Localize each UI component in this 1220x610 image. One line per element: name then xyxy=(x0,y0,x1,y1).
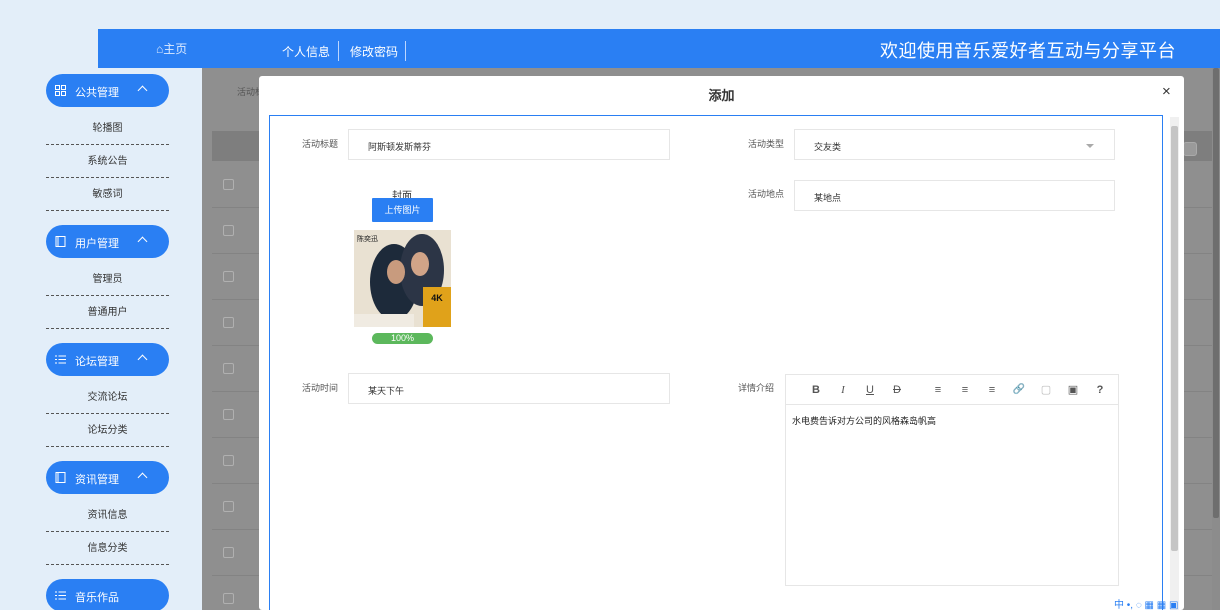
align-right-button[interactable]: ≡ xyxy=(984,382,1000,398)
page-scrollbar[interactable] xyxy=(1212,68,1220,610)
cover-image-thumbnail[interactable]: 陈奕迅 4K xyxy=(354,230,451,327)
row-checkbox xyxy=(223,179,234,190)
activity-form: 活动标题 阿斯顿发斯蒂芬 活动类型 交友类 封面 上传图片 陈奕迅 4K 100… xyxy=(269,115,1163,610)
type-select-value: 交友类 xyxy=(814,142,842,152)
close-icon[interactable]: × xyxy=(1162,83,1171,100)
site-title: 欢迎使用音乐爱好者互动与分享平台 xyxy=(880,41,1176,61)
chevron-up-icon xyxy=(137,472,148,483)
sidebar-group-forum[interactable]: 论坛管理 xyxy=(46,343,169,376)
sidebar-item-sensitive-words[interactable]: 敏感词 xyxy=(46,178,169,211)
type-label: 活动类型 xyxy=(748,139,785,149)
top-header-bar: ⌂主页 个人信息 修改密码 欢迎使用音乐爱好者互动与分享平台 xyxy=(98,29,1220,68)
nav-change-password[interactable]: 修改密码 xyxy=(350,43,398,60)
nav-personal-info[interactable]: 个人信息 xyxy=(282,43,330,60)
sidebar-group-news[interactable]: 资讯管理 xyxy=(46,461,169,494)
row-checkbox xyxy=(223,547,234,558)
row-checkbox xyxy=(223,455,234,466)
book-icon xyxy=(55,236,66,247)
nav-divider xyxy=(405,41,406,61)
book-icon xyxy=(55,472,66,483)
link-icon[interactable]: 🔗 xyxy=(1011,382,1027,398)
sidebar-group-public[interactable]: 公共管理 xyxy=(46,74,169,107)
print-icon xyxy=(1183,142,1197,156)
location-label: 活动地点 xyxy=(748,189,785,199)
strikethrough-button[interactable]: D xyxy=(889,382,905,398)
cover-image-text: 陈奕迅 xyxy=(357,236,378,243)
image-icon[interactable]: ▣ xyxy=(1065,382,1081,398)
sidebar-item-normal-users[interactable]: 普通用户 xyxy=(46,296,169,329)
sidebar-group-music[interactable]: 音乐作品 xyxy=(46,579,169,610)
list-icon xyxy=(55,591,66,600)
time-label: 活动时间 xyxy=(302,383,339,393)
chevron-up-icon xyxy=(137,85,148,96)
row-checkbox xyxy=(223,317,234,328)
sidebar-group-label: 论坛管理 xyxy=(75,356,119,368)
title-input[interactable]: 阿斯顿发斯蒂芬 xyxy=(348,129,670,160)
dialog-title: 添加 xyxy=(708,88,735,103)
home-link[interactable]: ⌂主页 xyxy=(156,40,187,57)
sidebar-item-admins[interactable]: 管理员 xyxy=(46,263,169,296)
bold-button[interactable]: B xyxy=(808,382,824,398)
detail-rich-editor[interactable]: B I U D ≡ ≡ ≡ 🔗 ▢ ▣ ? 水电费告诉对方公司的风格森岛帆高 xyxy=(785,374,1119,586)
row-checkbox xyxy=(223,225,234,236)
align-center-button[interactable]: ≡ xyxy=(957,382,973,398)
sidebar-item-announcement[interactable]: 系统公告 xyxy=(46,145,169,178)
cover-badge: 4K xyxy=(423,287,451,327)
sidebar-group-users[interactable]: 用户管理 xyxy=(46,225,169,258)
sidebar-group-label: 音乐作品 xyxy=(75,592,119,604)
row-checkbox xyxy=(223,363,234,374)
unlink-icon[interactable]: ▢ xyxy=(1038,382,1054,398)
sidebar-item-news[interactable]: 资讯信息 xyxy=(46,499,169,532)
page-scrollbar-thumb[interactable] xyxy=(1213,68,1219,518)
ime-indicator[interactable]: 中 •, ◌ ▦ ▦ ▣ xyxy=(1114,596,1220,610)
dialog-scrollbar-thumb[interactable] xyxy=(1171,126,1178,551)
help-icon[interactable]: ? xyxy=(1092,382,1108,398)
location-input[interactable]: 某地点 xyxy=(794,180,1115,211)
italic-button[interactable]: I xyxy=(835,382,851,398)
chevron-up-icon xyxy=(137,236,148,247)
sidebar-group-label: 公共管理 xyxy=(75,87,119,99)
chevron-up-icon xyxy=(137,354,148,365)
editor-content[interactable]: 水电费告诉对方公司的风格森岛帆高 xyxy=(792,414,936,427)
editor-toolbar: B I U D ≡ ≡ ≡ 🔗 ▢ ▣ ? xyxy=(786,375,1118,405)
nav-divider xyxy=(338,41,339,61)
row-checkbox xyxy=(223,271,234,282)
title-label: 活动标题 xyxy=(302,139,339,149)
sidebar-item-carousel[interactable]: 轮播图 xyxy=(46,112,169,145)
sidebar: 公共管理 轮播图 系统公告 敏感词 用户管理 管理员 普通用户 论坛管理 交流论… xyxy=(0,68,202,610)
sidebar-group-label: 用户管理 xyxy=(75,238,119,250)
sidebar-item-forum[interactable]: 交流论坛 xyxy=(46,381,169,414)
sidebar-item-forum-category[interactable]: 论坛分类 xyxy=(46,414,169,447)
align-left-button[interactable]: ≡ xyxy=(930,382,946,398)
add-activity-dialog: 添加 × 活动标题 阿斯顿发斯蒂芬 活动类型 交友类 封面 上传图片 陈奕迅 4… xyxy=(259,76,1184,610)
upload-progress-bar: 100% xyxy=(372,333,433,344)
underline-button[interactable]: U xyxy=(862,382,878,398)
detail-label: 详情介绍 xyxy=(738,383,775,393)
sidebar-item-news-category[interactable]: 信息分类 xyxy=(46,532,169,565)
type-select[interactable]: 交友类 xyxy=(794,129,1115,160)
row-checkbox xyxy=(223,593,234,604)
sidebar-group-label: 资讯管理 xyxy=(75,474,119,486)
row-checkbox xyxy=(223,409,234,420)
grid-icon xyxy=(55,85,66,96)
list-icon xyxy=(55,355,66,364)
chevron-down-icon xyxy=(1086,144,1094,148)
upload-image-button[interactable]: 上传图片 xyxy=(372,198,433,222)
row-checkbox xyxy=(223,501,234,512)
time-input[interactable]: 某天下午 xyxy=(348,373,670,404)
